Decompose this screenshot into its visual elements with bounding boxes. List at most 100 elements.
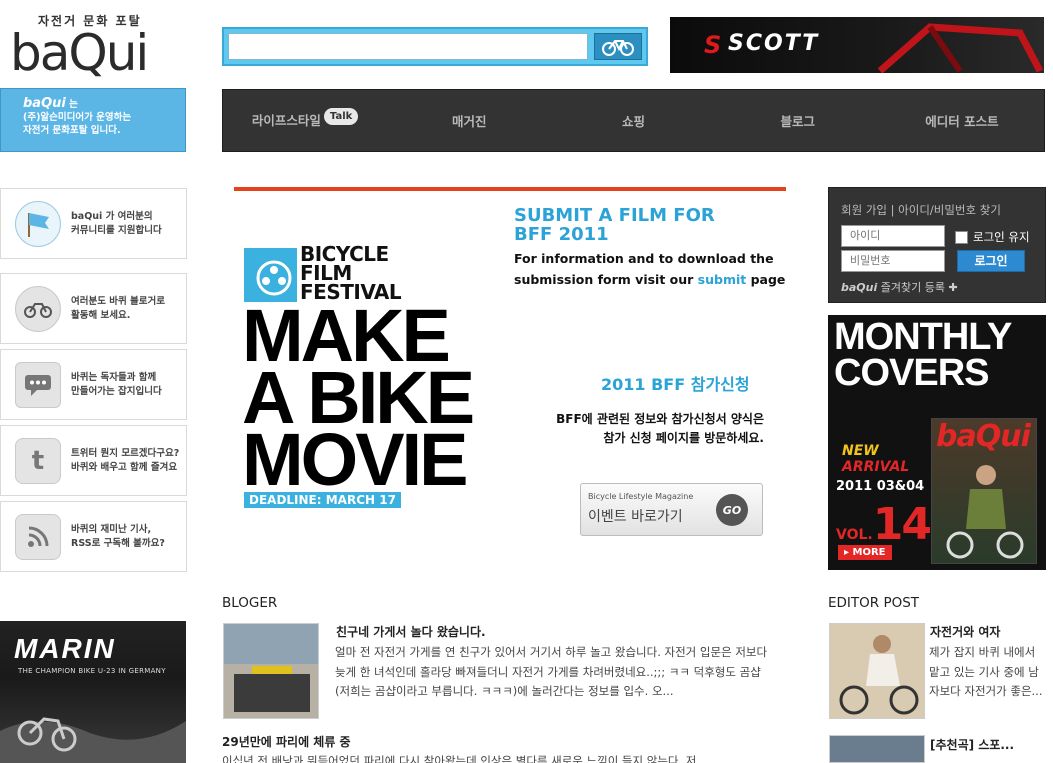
editor-post-title[interactable]: 자전거와 여자 [930,623,1000,640]
banner-divider [234,187,786,191]
event-button-caption: Bicycle Lifestyle Magazine [588,492,694,501]
arrival-label: ARRIVAL [842,459,910,475]
woman-bicycle-icon [830,624,924,718]
submit-desc-line: For information and to download the [514,251,774,266]
speech-bubble-icon [15,361,61,408]
scott-brand: SCOTT [728,31,820,56]
submit-desc-post: page [746,272,786,287]
main-nav: 라이프스타일 Talk 매거진 쇼핑 블로그 에디터 포스트 [222,89,1045,152]
promo-line: 만들어가는 잡지입니다 [71,385,162,397]
editor-thumbnail[interactable] [829,623,925,719]
bookmark-link[interactable]: baQui 즐겨찾기 등록 ✚ [841,279,958,295]
promo-line: 바퀴와 배우고 함께 즐겨요 [71,461,178,473]
blog-post-excerpt: 이십년 전 배낭과 뭐듬어었던 파리에 다시 찾아왔는데 인상은 별다른 새로운… [222,754,708,763]
magazine-cover-title: baQui [936,419,1031,454]
editor-thumbnail[interactable] [829,735,925,763]
promo-line: 바퀴의 재미난 기사, [71,523,152,535]
submit-title-line: SUBMIT A FILM FOR [514,205,715,226]
submit-desc-pre: submission form visit our [514,272,698,287]
blog-post-title[interactable]: 29년만에 파리에 체류 중 [222,733,351,750]
promo-twitter[interactable]: t 트위터 뭔지 모르겠다구요? 바퀴와 배우고 함께 즐겨요 [0,425,187,496]
magazine-cover-image: baQui [931,418,1037,564]
bookmark-label: 즐겨찾기 등록 [880,281,945,294]
apply-desc-line: 참가 신청 페이지를 방문하세요. [603,431,764,445]
scott-logo-icon: S [704,31,722,59]
rss-icon [15,513,61,560]
covers-title: MONTHLY COVERS [834,318,1012,394]
submit-description: For information and to download the subm… [514,248,785,290]
intro-line3: 자전거 문화포탈 입니다. [23,125,121,136]
login-panel: 회원 가입 | 아이디/비밀번호 찾기 로그인 유지 로그인 baQui 즐겨찾… [828,187,1046,303]
issue-date: 2011 03&04 [836,479,925,494]
submit-title-line: BFF 2011 [514,224,609,245]
more-button[interactable]: ▸ MORE [838,545,892,560]
promo-line: 활동해 보세요. [71,309,131,321]
promo-line: 바퀴는 독자들과 함께 [71,371,157,383]
keep-login-option[interactable]: 로그인 유지 [955,229,1030,245]
submit-link[interactable]: submit [698,272,747,287]
nav-item-editor-post[interactable]: 에디터 포스트 [880,111,1044,130]
blog-post-title[interactable]: 친구네 가게서 놀다 왔습니다. [336,623,486,640]
promo-line: 트위터 뭔지 모르겠다구요? [71,447,180,459]
banner-headline: MAKE A BIKE MOVIE [242,299,475,497]
marin-ad-banner[interactable]: MARIN THE CHAMPION BIKE U-23 IN GERMANY [0,621,186,763]
intro-line2: (주)알슨미디어가 운영하는 [23,112,132,123]
signup-find-links[interactable]: 회원 가입 | 아이디/비밀번호 찾기 [841,202,1001,218]
twitter-icon: t [15,437,61,484]
bicycle-icon [602,39,634,56]
vol-number: 14 [872,499,932,550]
shop-front-icon [224,624,318,718]
blog-thumbnail[interactable] [223,623,319,719]
new-arrival-label: NEW ARRIVAL [842,443,909,475]
password-field[interactable] [841,250,945,272]
promo-blogger[interactable]: 여러분도 바퀴 블로거로활동해 보세요. [0,273,187,344]
search-button[interactable] [594,33,642,60]
promo-line: 여러분도 바퀴 블로거로 [71,295,166,307]
search-bar [222,27,648,66]
intro-line1: 는 [69,99,78,110]
nav-item-lifestyle[interactable]: 라이프스타일 Talk [223,108,387,131]
intro-box: baQui 는 (주)알슨미디어가 운영하는 자전거 문화포탈 입니다. [0,88,186,152]
apply-title: 2011 BFF 참가신청 [601,375,750,394]
search-input[interactable] [228,33,588,60]
blogger-section-title: BLOGER [222,595,278,611]
headline-line: MOVIE [242,418,468,501]
talk-badge: Talk [323,108,359,125]
bicycle-badge-icon [15,285,61,332]
promo-line: 커뮤니티를 지원합니다 [71,224,162,236]
nav-item-blog[interactable]: 블로그 [716,111,880,130]
vol-prefix: VOL. [836,527,873,543]
bff-banner[interactable]: BICYCLE FILM FESTIVAL MAKE A BIKE MOVIE … [234,187,786,543]
event-button-label: 이벤트 바로가기 [588,509,683,525]
apply-description: BFF에 관련된 정보와 참가신청서 양식은 참가 신청 페이지를 방문하세요. [544,410,764,448]
promo-community[interactable]: baQui 가 여러분의커뮤니티를 지원합니다 [0,188,187,259]
new-label: NEW [842,443,879,459]
nav-label: 라이프스타일 [251,113,321,128]
scott-ad-banner[interactable]: S SCOTT [670,17,1044,73]
marin-slogan: THE CHAMPION BIKE U-23 IN GERMANY [18,667,166,675]
editor-post-title[interactable]: [추천곡] 스포... [930,736,1014,753]
keep-login-checkbox[interactable] [955,230,968,244]
id-field[interactable] [841,225,945,247]
site-logo[interactable]: baQui [10,24,149,82]
covers-title-line: COVERS [834,352,989,394]
login-button[interactable]: 로그인 [957,250,1025,272]
flag-icon [15,200,61,247]
promo-line: baQui 가 여러분의 [71,210,153,222]
promo-line: RSS로 구독해 볼까요? [71,537,165,549]
bookmark-brand: baQui [841,281,878,294]
cyclist-icon [946,465,1024,559]
nav-item-magazine[interactable]: 매거진 [387,111,551,130]
promo-readers[interactable]: 바퀴는 독자들과 함께만들어가는 잡지입니다 [0,349,187,420]
nav-item-shopping[interactable]: 쇼핑 [551,111,715,130]
intro-brand: baQui [23,96,66,111]
event-shortcut-button[interactable]: Bicycle Lifestyle Magazine 이벤트 바로가기 GO [580,483,763,536]
bike-frame-icon [877,23,1044,73]
apply-desc-line: BFF에 관련된 정보와 참가신청서 양식은 [556,412,764,426]
editor-post-excerpt: 제가 잡지 바퀴 내에서 맡고 있는 기사 중에 남자보다 자전거가 좋은... [929,645,1043,698]
marin-brand: MARIN [14,633,116,664]
editor-section-title: EDITOR POST [828,595,920,611]
submit-title: SUBMIT A FILM FOR BFF 2011 [514,206,715,244]
promo-rss[interactable]: 바퀴의 재미난 기사, RSS로 구독해 볼까요? [0,501,187,572]
monthly-covers[interactable]: MONTHLY COVERS NEW ARRIVAL 2011 03&04 VO… [828,315,1046,570]
